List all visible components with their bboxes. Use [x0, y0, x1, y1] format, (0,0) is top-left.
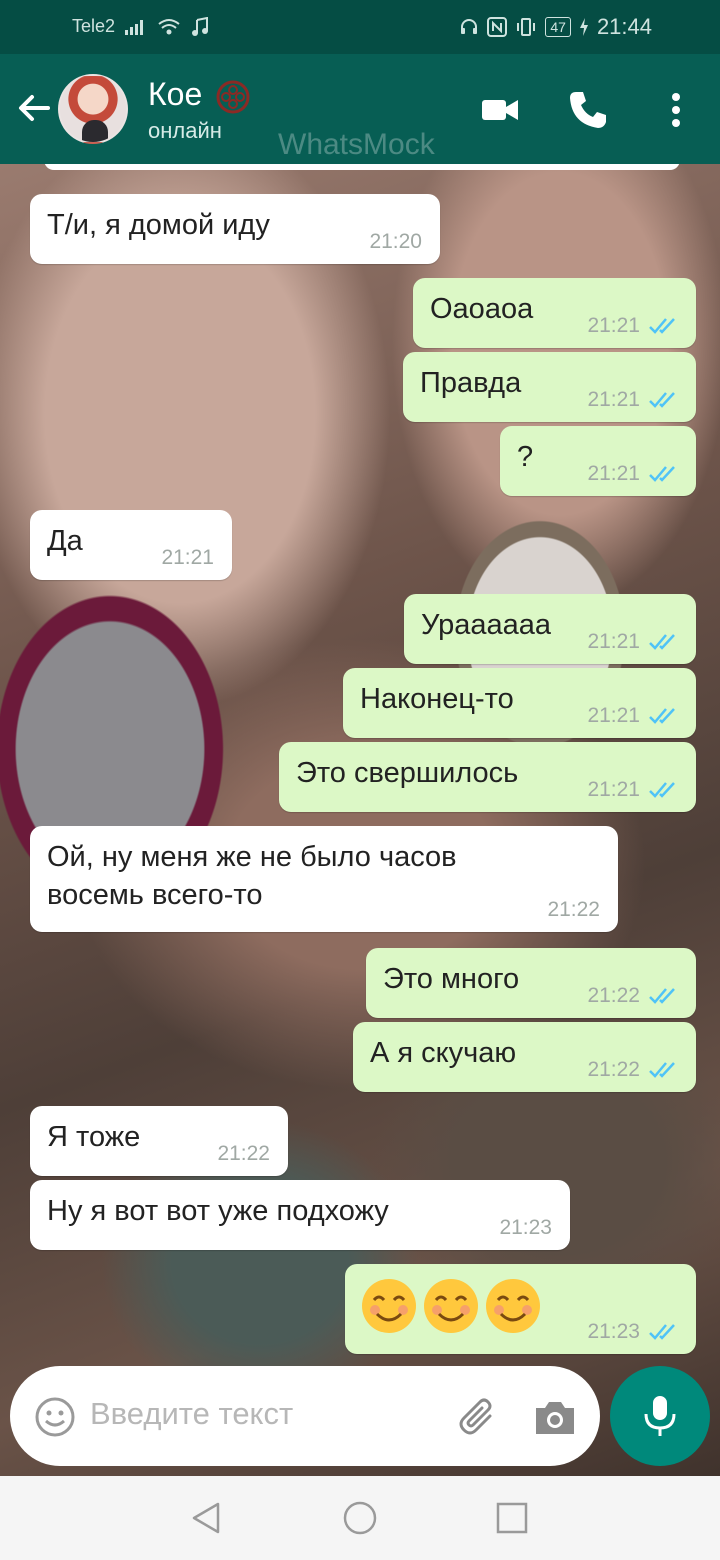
smiling-face-icon: [486, 1279, 540, 1333]
message-text: Я тоже: [47, 1121, 141, 1153]
message-text: Правда: [420, 367, 522, 399]
message-input-bar[interactable]: Введите текст: [10, 1366, 600, 1466]
chat-header: Кое онлайн WhatsMock: [0, 54, 720, 164]
message-time: 21:21: [587, 462, 640, 485]
watermark: WhatsMock: [278, 128, 435, 161]
message-incoming[interactable]: Ой, ну меня же не было часов восемь всег…: [30, 826, 618, 932]
headphones-icon: [461, 19, 478, 34]
avatar[interactable]: [58, 74, 128, 144]
message-text: Ой, ну меня же не было часов восемь всег…: [47, 841, 457, 911]
message-incoming[interactable]: Т/и, я домой иду 21:20: [30, 194, 440, 264]
message-input[interactable]: Введите текст: [90, 1396, 293, 1432]
message-text: А я скучаю: [370, 1037, 517, 1069]
status-bar: Tele2 47 21:44: [0, 0, 720, 54]
smiling-face-icon: [362, 1279, 416, 1333]
message-outgoing[interactable]: Наконец-то 21:21: [343, 668, 696, 738]
read-ticks-icon: [649, 1324, 675, 1340]
contact-name[interactable]: Кое: [148, 76, 202, 113]
mic-button[interactable]: [610, 1366, 710, 1466]
previous-message-edge: [44, 164, 680, 170]
message-incoming[interactable]: Да 21:21: [30, 510, 232, 580]
message-text: Ну я вот вот уже подхожу: [47, 1195, 389, 1227]
message-outgoing[interactable]: ? 21:21: [500, 426, 696, 496]
message-time: 21:23: [499, 1216, 552, 1239]
signal-icon: [125, 19, 144, 35]
message-text: Оаоаоа: [430, 293, 534, 325]
message-incoming[interactable]: Ну я вот вот уже подхожу 21:23: [30, 1180, 570, 1250]
carrier-label: Tele2: [72, 16, 116, 36]
smiling-face-icon: [424, 1279, 478, 1333]
message-time: 21:21: [587, 630, 640, 653]
battery-level: 47: [545, 17, 571, 37]
read-ticks-icon: [649, 466, 675, 482]
video-call-icon[interactable]: [478, 88, 522, 132]
message-text: Да: [47, 525, 83, 557]
read-ticks-icon: [649, 1062, 675, 1078]
message-text: Наконец-то: [360, 683, 514, 715]
message-text: 😊😊😊: [345, 1264, 346, 1265]
message-outgoing[interactable]: Это свершилось 21:21: [279, 742, 696, 812]
message-text: ?: [517, 441, 534, 473]
message-time: 21:21: [587, 704, 640, 727]
read-ticks-icon: [649, 708, 675, 724]
message-outgoing[interactable]: А я скучаю 21:22: [353, 1022, 696, 1092]
emoji-icon[interactable]: [34, 1396, 76, 1438]
message-time: 21:22: [547, 898, 600, 921]
read-ticks-icon: [649, 634, 675, 650]
message-time: 21:20: [369, 230, 422, 253]
message-text: Ураааааа: [421, 609, 552, 641]
message-time: 21:23: [587, 1320, 640, 1343]
chat-area[interactable]: Т/и, я домой иду 21:20 Оаоаоа 21:21 Прав…: [0, 164, 720, 1480]
nav-recents-icon[interactable]: [494, 1500, 530, 1536]
message-outgoing-emoji[interactable]: 😊😊😊 21:23: [345, 1264, 696, 1354]
message-time: 21:22: [217, 1142, 270, 1165]
message-outgoing[interactable]: Это много 21:22: [366, 948, 696, 1018]
attach-icon[interactable]: [456, 1394, 502, 1440]
emoji-row: [361, 1278, 541, 1334]
nav-back-icon[interactable]: [188, 1500, 224, 1536]
status-right: 47 21:44: [459, 14, 652, 40]
message-time: 21:21: [587, 388, 640, 411]
wifi-icon: [158, 18, 180, 34]
contact-status: онлайн: [148, 118, 222, 143]
message-incoming[interactable]: Я тоже 21:22: [30, 1106, 288, 1176]
message-time: 21:21: [161, 546, 214, 569]
message-time: 21:22: [587, 1058, 640, 1081]
flower-badge-icon: [216, 80, 250, 114]
status-left: Tele2: [72, 16, 209, 37]
phone-call-icon[interactable]: [566, 88, 610, 132]
microphone-icon: [644, 1396, 676, 1436]
music-note-icon: [192, 16, 209, 36]
clock: 21:44: [596, 14, 652, 39]
message-outgoing[interactable]: Ураааааа 21:21: [404, 594, 696, 664]
more-options-icon[interactable]: [654, 88, 698, 132]
read-ticks-icon: [649, 988, 675, 1004]
camera-icon[interactable]: [532, 1396, 578, 1438]
nfc-icon: [487, 17, 508, 37]
vibrate-icon: [517, 18, 536, 36]
message-outgoing[interactable]: Оаоаоа 21:21: [413, 278, 696, 348]
read-ticks-icon: [649, 318, 675, 334]
message-text: Это свершилось: [296, 757, 519, 789]
message-time: 21:21: [587, 778, 640, 801]
read-ticks-icon: [649, 392, 675, 408]
message-text: Это много: [383, 963, 520, 995]
back-arrow-icon[interactable]: [14, 88, 54, 128]
message-text: Т/и, я домой иду: [47, 209, 270, 241]
message-time: 21:22: [587, 984, 640, 1007]
nav-home-icon[interactable]: [342, 1500, 378, 1536]
charging-icon: [579, 18, 588, 36]
system-nav-bar: [0, 1476, 720, 1560]
read-ticks-icon: [649, 782, 675, 798]
message-time: 21:21: [587, 314, 640, 337]
message-outgoing[interactable]: Правда 21:21: [403, 352, 696, 422]
